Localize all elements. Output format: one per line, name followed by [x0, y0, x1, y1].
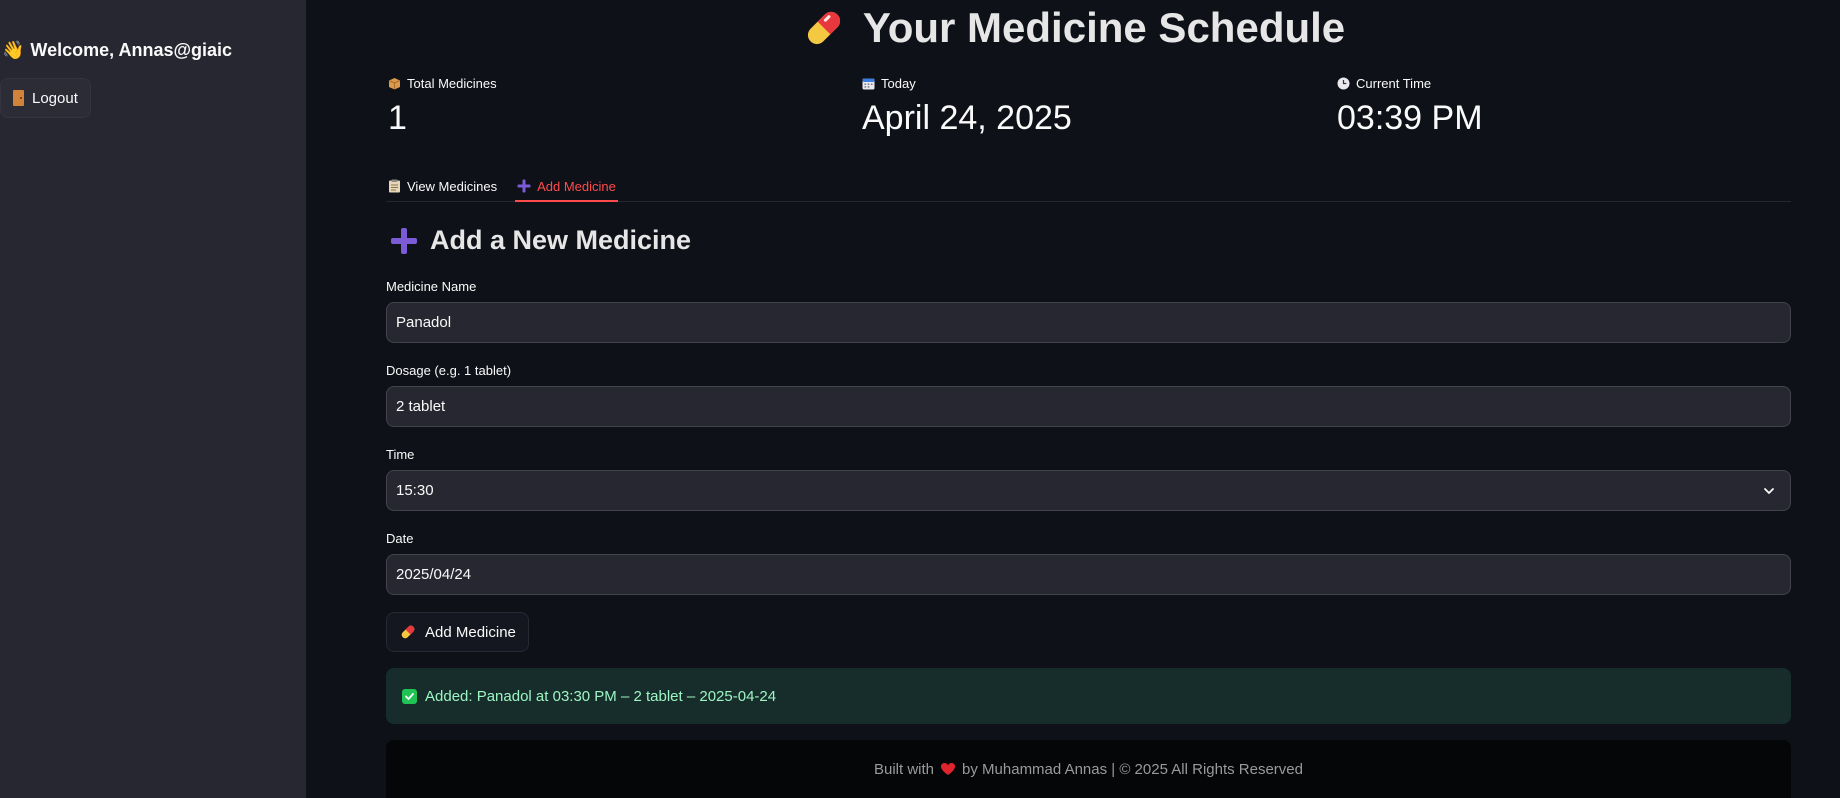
- logout-button[interactable]: Logout: [0, 78, 91, 118]
- plus-icon: [391, 227, 417, 254]
- door-icon: [13, 90, 24, 106]
- welcome-heading: 👋 Welcome, Annas@giaic: [2, 40, 232, 61]
- metric-value: 1: [388, 99, 407, 137]
- success-alert: Added: Panadol at 03:30 PM – 2 tablet – …: [386, 668, 1791, 724]
- clock-icon: [1337, 77, 1350, 89]
- add-medicine-button[interactable]: Add Medicine: [386, 612, 529, 652]
- success-text: Added: Panadol at 03:30 PM – 2 tablet – …: [425, 687, 777, 705]
- chevron-down-icon: [1764, 488, 1774, 494]
- heart-icon: [941, 763, 956, 775]
- tab-bar: View Medicines Add Medicine: [386, 170, 618, 202]
- metric-current-time: Current Time 03:39 PM: [1337, 74, 1483, 137]
- time-select[interactable]: 15:30: [386, 470, 1791, 511]
- field-value: 2 tablet: [396, 398, 446, 415]
- footer-text-after: by Muhammad Annas | © 2025 All Rights Re…: [962, 760, 1303, 778]
- dosage-label: Dosage (e.g. 1 tablet): [386, 363, 512, 378]
- package-icon: [388, 77, 401, 89]
- check-icon: [402, 688, 417, 704]
- logout-label: Logout: [32, 89, 78, 107]
- pill-icon: [401, 625, 415, 639]
- medicine-name-label: Medicine Name: [386, 279, 477, 294]
- clipboard-icon: [389, 179, 400, 193]
- add-medicine-label: Add Medicine: [425, 623, 516, 641]
- metric-today: Today April 24, 2025: [862, 74, 1072, 137]
- waving-hand-icon: 👋: [2, 40, 25, 60]
- calendar-icon: [862, 78, 875, 89]
- tab-view-medicines[interactable]: View Medicines: [386, 170, 499, 202]
- sidebar: 👋 Welcome, Annas@giaic Logout: [0, 0, 306, 798]
- field-value: Panadol: [396, 314, 452, 331]
- main-content: Your Medicine Schedule Total Medicines 1…: [306, 0, 1840, 798]
- metric-label: Today: [881, 75, 916, 91]
- medicine-name-input[interactable]: Panadol: [386, 302, 1791, 343]
- metric-total-medicines: Total Medicines 1: [388, 74, 497, 137]
- tab-label: View Medicines: [407, 178, 498, 194]
- section-heading-text: Add a New Medicine: [430, 225, 692, 255]
- field-value: 15:30: [396, 482, 434, 499]
- metric-label: Total Medicines: [407, 75, 497, 91]
- page-title-text: Your Medicine Schedule: [862, 4, 1346, 51]
- pill-icon: [807, 11, 840, 45]
- tab-add-medicine[interactable]: Add Medicine: [515, 170, 618, 202]
- metric-label: Current Time: [1356, 75, 1432, 91]
- dosage-input[interactable]: 2 tablet: [386, 386, 1791, 427]
- welcome-text: Welcome, Annas@giaic: [30, 40, 233, 60]
- metric-value: April 24, 2025: [862, 99, 1072, 137]
- time-label: Time: [386, 447, 415, 462]
- date-label: Date: [386, 531, 414, 546]
- plus-icon: [517, 179, 531, 193]
- footer-text-before: Built with: [874, 760, 935, 778]
- metric-value: 03:39 PM: [1337, 99, 1483, 137]
- section-heading: Add a New Medicine: [390, 225, 691, 256]
- footer: Built with by Muhammad Annas | © 2025 Al…: [386, 740, 1791, 798]
- date-input[interactable]: 2025/04/24: [386, 554, 1791, 595]
- field-value: 2025/04/24: [396, 566, 472, 583]
- tab-label: Add Medicine: [537, 178, 616, 194]
- page-title: Your Medicine Schedule: [306, 0, 1840, 56]
